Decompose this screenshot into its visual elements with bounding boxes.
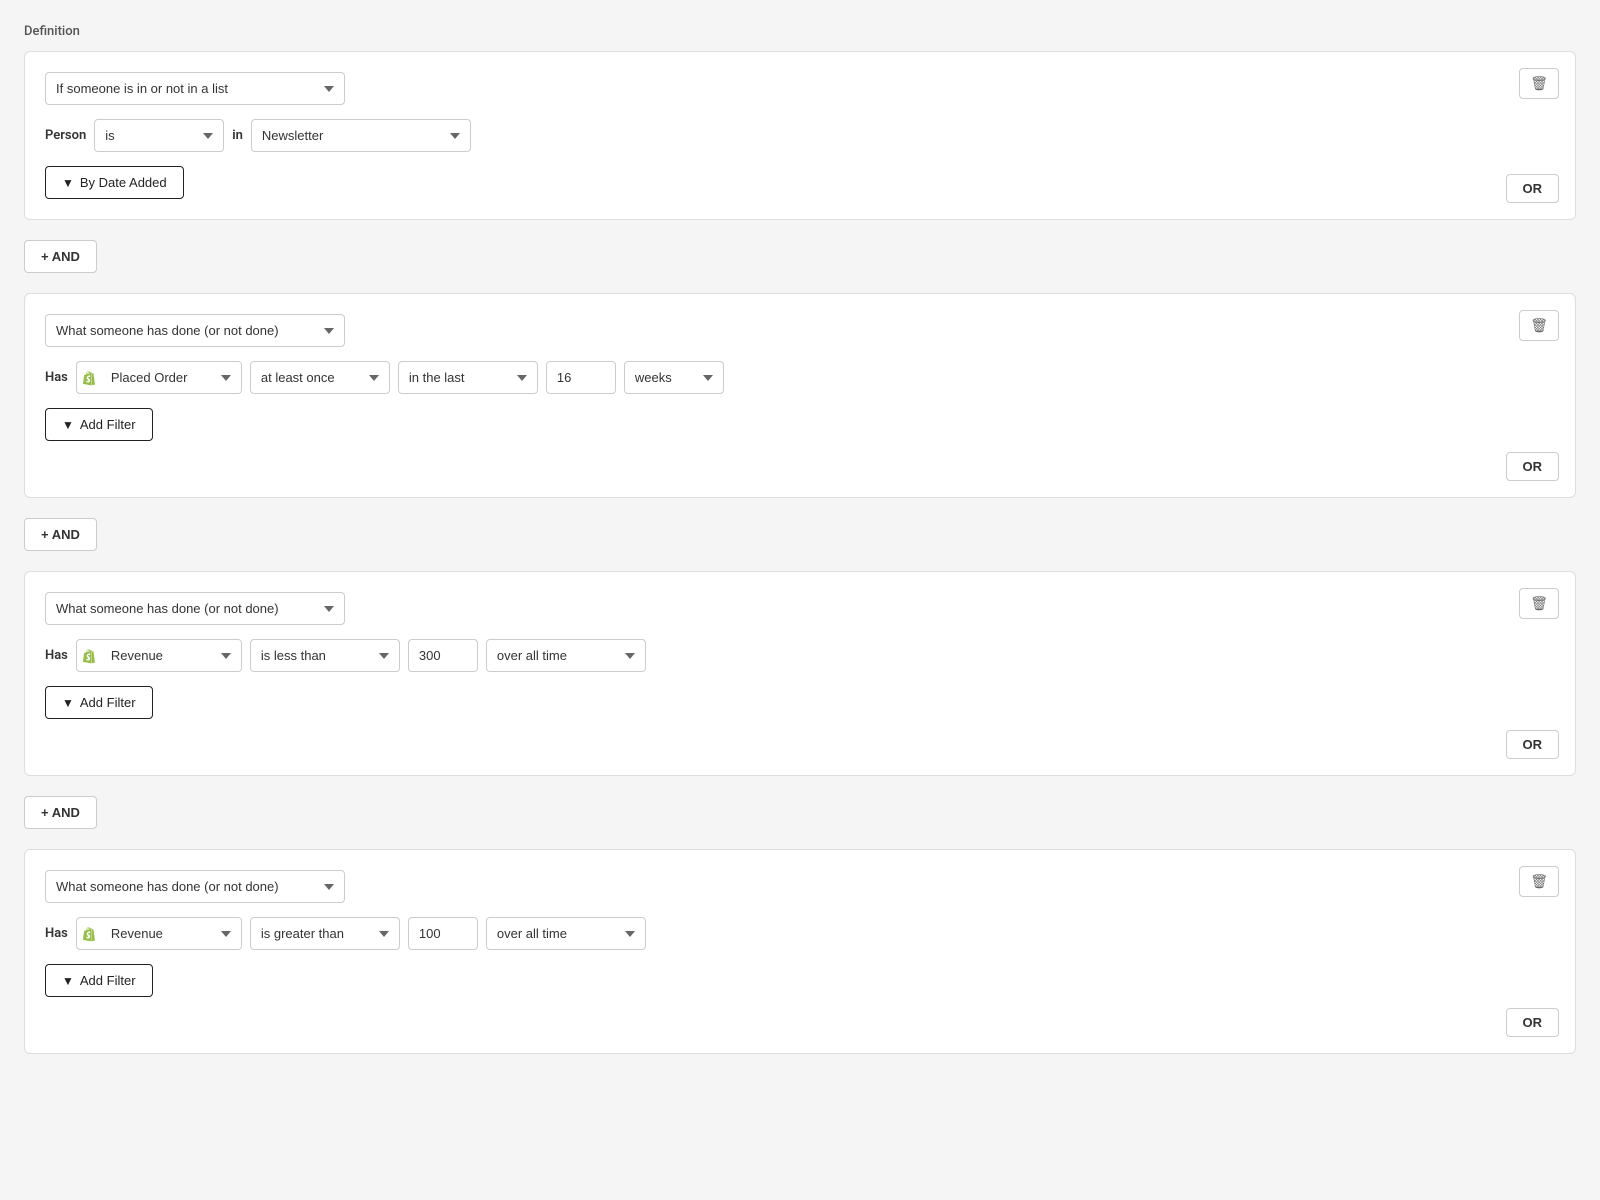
number-input-2[interactable] — [546, 361, 616, 394]
has-label-4: Has — [45, 926, 68, 941]
trash-icon-4: 🗑 — [1530, 873, 1548, 889]
time-select[interactable]: in the last — [398, 361, 538, 394]
add-filter-label-2: Add Filter — [80, 417, 136, 432]
delete-button-2[interactable]: 🗑 — [1519, 310, 1559, 341]
condition-select-4[interactable]: is greater than — [250, 917, 400, 950]
unit-select[interactable]: weeks — [624, 361, 724, 394]
trash-icon-2: 🗑 — [1530, 317, 1548, 333]
add-filter-button-4[interactable]: ▼ Add Filter — [45, 964, 153, 997]
condition-block-4: 🗑 What someone has done (or not done) Ha… — [24, 849, 1576, 1054]
filter-icon-2: ▼ — [62, 418, 74, 432]
filter-icon-4: ▼ — [62, 974, 74, 988]
has-label-3: Has — [45, 648, 68, 663]
main-select-1[interactable]: If someone is in or not in a list — [45, 72, 345, 105]
person-label: Person — [45, 128, 86, 143]
and-button-3[interactable]: + AND — [24, 796, 97, 829]
add-filter-button-3[interactable]: ▼ Add Filter — [45, 686, 153, 719]
and-separator-2: + AND — [24, 506, 1576, 563]
add-filter-button-2[interactable]: ▼ Add Filter — [45, 408, 153, 441]
or-button-4[interactable]: OR — [1506, 1008, 1560, 1037]
filter-icon-3: ▼ — [62, 696, 74, 710]
delete-button-3[interactable]: 🗑 — [1519, 588, 1559, 619]
period-select-4[interactable]: over all time — [486, 917, 646, 950]
delete-button-4[interactable]: 🗑 — [1519, 866, 1559, 897]
definition-label: Definition — [24, 24, 1576, 39]
condition-block-3: 🗑 What someone has done (or not done) Ha… — [24, 571, 1576, 776]
trash-icon-1: 🗑 — [1530, 75, 1548, 91]
condition-block-1: 🗑 If someone is in or not in a list Pers… — [24, 51, 1576, 220]
main-select-3[interactable]: What someone has done (or not done) — [45, 592, 345, 625]
and-separator-3: + AND — [24, 784, 1576, 841]
or-button-1[interactable]: OR — [1506, 174, 1560, 203]
or-button-3[interactable]: OR — [1506, 730, 1560, 759]
or-button-2[interactable]: OR — [1506, 452, 1560, 481]
newsletter-select[interactable]: Newsletter — [251, 119, 471, 152]
period-select-3[interactable]: over all time — [486, 639, 646, 672]
main-select-4[interactable]: What someone has done (or not done) — [45, 870, 345, 903]
condition-select-3[interactable]: is less than — [250, 639, 400, 672]
and-button-2[interactable]: + AND — [24, 518, 97, 551]
event-select-3[interactable]: Revenue — [101, 640, 241, 671]
delete-button-1[interactable]: 🗑 — [1519, 68, 1559, 99]
has-label-2: Has — [45, 370, 68, 385]
trash-icon-3: 🗑 — [1530, 595, 1548, 611]
add-filter-label-3: Add Filter — [80, 695, 136, 710]
filter-icon-date: ▼ — [62, 176, 74, 190]
shopify-icon-4 — [77, 922, 101, 946]
by-date-button[interactable]: ▼ By Date Added — [45, 166, 184, 199]
main-select-2[interactable]: What someone has done (or not done) — [45, 314, 345, 347]
amount-input-4[interactable] — [408, 917, 478, 950]
shopify-icon-3 — [77, 644, 101, 668]
in-label: in — [232, 128, 243, 143]
and-separator-1: + AND — [24, 228, 1576, 285]
person-is-select[interactable]: is — [94, 119, 224, 152]
add-filter-label-4: Add Filter — [80, 973, 136, 988]
event-select-2[interactable]: Placed Order — [101, 362, 241, 393]
condition-block-2: 🗑 What someone has done (or not done) Ha… — [24, 293, 1576, 498]
by-date-label: By Date Added — [80, 175, 167, 190]
event-select-4[interactable]: Revenue — [101, 918, 241, 949]
frequency-select[interactable]: at least once — [250, 361, 390, 394]
amount-input-3[interactable] — [408, 639, 478, 672]
shopify-icon-2 — [77, 366, 101, 390]
and-button-1[interactable]: + AND — [24, 240, 97, 273]
